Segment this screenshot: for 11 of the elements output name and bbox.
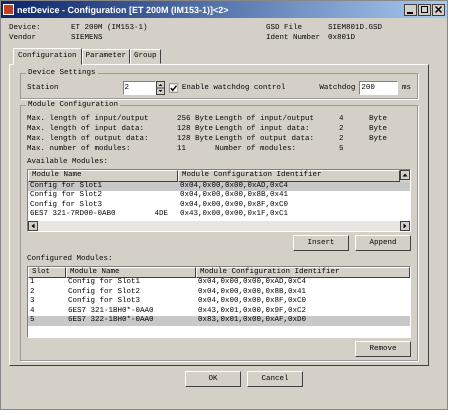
app-icon [3, 4, 14, 15]
scroll-right-icon[interactable] [400, 220, 410, 230]
scroll-up-icon[interactable] [400, 170, 410, 180]
close-icon[interactable] [432, 4, 445, 16]
window-title: netDevice - Configuration [ET 200M (IM153-1)]<2> [17, 4, 230, 14]
checkbox[interactable] [168, 83, 178, 93]
horizontal-scrollbar[interactable] [28, 220, 410, 230]
scroll-left-icon[interactable] [28, 220, 38, 230]
maximize-icon[interactable] [418, 4, 431, 16]
spin-button[interactable] [156, 81, 165, 95]
minimize-icon[interactable] [404, 4, 417, 16]
